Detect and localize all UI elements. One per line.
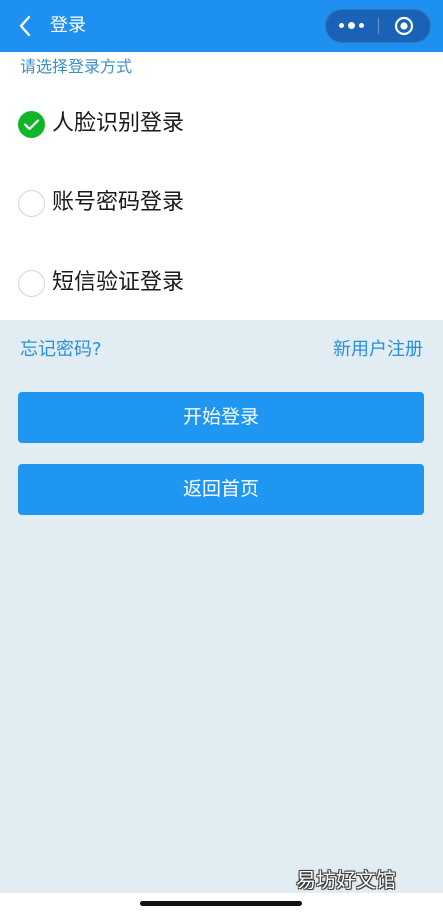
login-screen: 登录 请选择登录方式 人脸识别登录 账号密码登录 短信验证登录 忘记密码? 新用… <box>0 0 443 913</box>
register-link[interactable]: 新用户注册 <box>333 338 423 362</box>
checked-radio-icon <box>18 111 45 138</box>
option-face-login[interactable]: 人脸识别登录 <box>18 109 318 139</box>
login-methods-label: 请选择登录方式 <box>20 57 133 76</box>
option-sms-login[interactable]: 短信验证登录 <box>18 268 318 298</box>
option-label: 账号密码登录 <box>52 190 185 215</box>
option-label: 短信验证登录 <box>52 270 185 295</box>
back-home-button[interactable]: 返回首页 <box>18 464 424 515</box>
more-button[interactable] <box>326 10 378 42</box>
watermark-text: 易坊好文馆 <box>296 868 396 892</box>
start-login-button[interactable]: 开始登录 <box>18 392 424 443</box>
chevron-left-icon <box>19 15 31 37</box>
bottom-safe-area <box>0 893 443 913</box>
nav-header: 登录 <box>0 0 443 52</box>
back-button[interactable] <box>14 12 38 40</box>
forgot-password-link[interactable]: 忘记密码? <box>20 338 102 362</box>
target-circle-icon <box>394 16 414 36</box>
page-title: 登录 <box>50 15 86 36</box>
close-miniprogram-button[interactable] <box>379 10 431 42</box>
option-password-login[interactable]: 账号密码登录 <box>18 188 318 218</box>
home-indicator <box>140 901 302 906</box>
unchecked-radio-icon <box>18 270 45 297</box>
unchecked-radio-icon <box>18 190 45 217</box>
option-label: 人脸识别登录 <box>52 111 185 136</box>
miniprogram-capsule <box>325 9 431 43</box>
login-methods-panel: 请选择登录方式 人脸识别登录 账号密码登录 短信验证登录 <box>0 52 443 320</box>
